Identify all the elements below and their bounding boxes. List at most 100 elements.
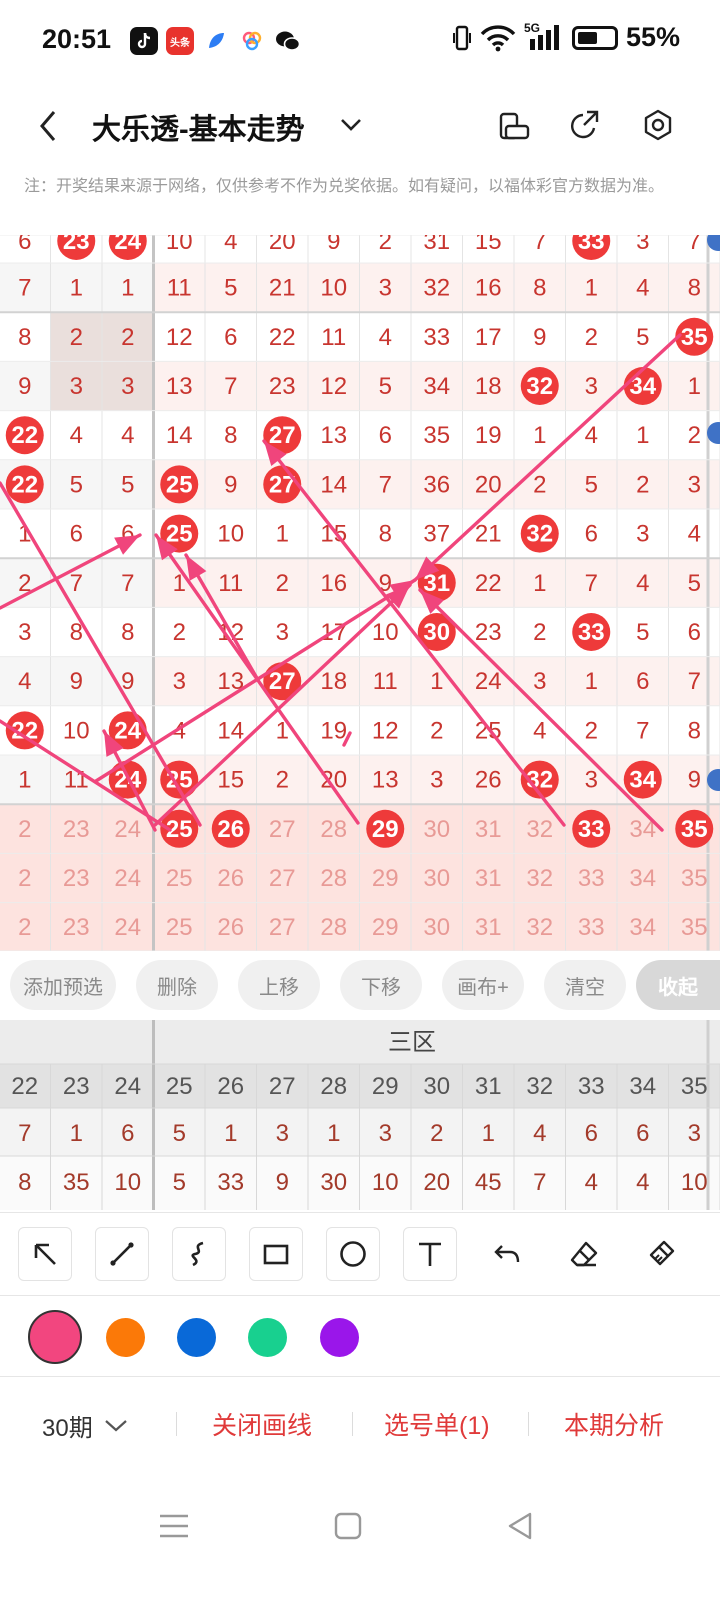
undo-button[interactable] <box>480 1227 534 1281</box>
zone-header-bg <box>0 1020 720 1064</box>
battery-icon <box>571 25 618 50</box>
page-title[interactable]: 大乐透-基本走势 <box>92 106 305 148</box>
bottom-action-bar: 30期 关闭画线 选号单(1) 本期分析 <box>0 1378 720 1470</box>
stats-header-cell: 25 <box>166 1073 193 1100</box>
cell-number: 8 <box>688 717 701 744</box>
back-icon[interactable] <box>30 104 70 148</box>
share-icon[interactable] <box>564 104 604 148</box>
cell-number: 13 <box>372 767 399 794</box>
circle-tool-icon <box>340 1241 366 1267</box>
cell-number: 35 <box>423 422 450 449</box>
circle-tool-button[interactable] <box>326 1227 380 1281</box>
cell-number: 2 <box>276 767 289 794</box>
home-icon[interactable] <box>324 1502 372 1550</box>
canvas-plus-button[interactable]: 画布+ <box>442 960 524 1010</box>
cell-number: 8 <box>379 521 392 548</box>
color-swatch-blue[interactable] <box>177 1318 216 1357</box>
color-swatch-orange[interactable] <box>106 1318 145 1357</box>
clear-button[interactable]: 清空 <box>544 960 626 1010</box>
menu-icon[interactable] <box>150 1502 198 1550</box>
color-swatch-pink[interactable] <box>28 1310 82 1364</box>
cell-number: 19 <box>320 717 347 744</box>
cell-number: 7 <box>18 275 31 302</box>
cell-number: 5 <box>379 373 392 400</box>
stats-cell: 4 <box>533 1120 546 1147</box>
cell-number: 8 <box>224 422 237 449</box>
cell-number: 2 <box>585 324 598 351</box>
stats-cell: 2 <box>430 1120 443 1147</box>
toutiao-label: 头条 <box>170 37 190 49</box>
cell-number: 28 <box>320 865 347 892</box>
line-tool-button[interactable] <box>95 1227 149 1281</box>
cell-number: 6 <box>585 521 598 548</box>
wechat-icon <box>274 27 302 55</box>
stats-cell: 5 <box>173 1120 186 1147</box>
cell-number: 12 <box>166 324 193 351</box>
eraser-button[interactable] <box>557 1227 611 1281</box>
cell-number: 23 <box>63 914 90 941</box>
signal-indicator: 5G <box>524 21 564 53</box>
cell-number: 14 <box>217 717 244 744</box>
cell-number: 5 <box>636 324 649 351</box>
cell-number: 30 <box>423 865 450 892</box>
move-up-button[interactable]: 上移 <box>238 960 320 1010</box>
cell-number: 30 <box>423 914 450 941</box>
freehand-tool-button[interactable] <box>172 1227 226 1281</box>
ball-number: 23 <box>63 235 90 255</box>
cell-number: 2 <box>688 422 701 449</box>
cell-number: 4 <box>533 717 546 744</box>
arrow-tool-button[interactable] <box>18 1227 72 1281</box>
ball-number: 25 <box>166 521 193 548</box>
stats-header-cell: 32 <box>526 1073 553 1100</box>
stats-header-cell: 35 <box>681 1073 708 1100</box>
ball-number: 35 <box>681 324 708 351</box>
clear-brush-button[interactable] <box>634 1227 688 1281</box>
cell-number: 1 <box>121 275 134 302</box>
clear-brush-icon <box>649 1240 675 1266</box>
stats-cell: 10 <box>681 1169 708 1196</box>
text-tool-button[interactable] <box>403 1227 457 1281</box>
cell-number: 18 <box>475 373 502 400</box>
rectangle-tool-button[interactable] <box>249 1227 303 1281</box>
cell-number: 13 <box>166 373 193 400</box>
stats-cell: 6 <box>636 1120 649 1147</box>
color-swatch-purple[interactable] <box>320 1318 359 1357</box>
stats-cell: 33 <box>217 1169 244 1196</box>
stats-header-cell: 23 <box>63 1073 90 1100</box>
ball-number: 24 <box>114 235 141 255</box>
status-indicators: 5G 55% <box>452 21 680 53</box>
add-preselect-button[interactable]: 添加预选 <box>10 960 116 1010</box>
close-lines-button[interactable]: 关闭画线 <box>212 1406 312 1442</box>
cell-number: 32 <box>526 816 553 843</box>
status-time: 20:51 <box>42 24 112 54</box>
cell-number: 3 <box>379 275 392 302</box>
collapse-button[interactable]: 收起 <box>636 960 720 1010</box>
period-analysis-button[interactable]: 本期分析 <box>564 1406 664 1442</box>
settings-icon[interactable] <box>638 104 678 148</box>
cell-number: 1 <box>688 373 701 400</box>
trend-chart[interactable]: 6 23 24 10 4 20 9 2 31 15 7 33 3 7 7 1 1 11 5 21 10 3 32 16 8 1 4 8… <box>0 235 720 951</box>
move-down-button[interactable]: 下移 <box>340 960 422 1010</box>
period-select[interactable]: 30期 <box>42 1408 129 1443</box>
chevron-down-icon[interactable] <box>336 110 366 140</box>
stats-cell: 30 <box>320 1169 347 1196</box>
stats-cell: 1 <box>482 1120 495 1147</box>
wifi-icon <box>480 24 516 51</box>
drawing-toolbar <box>0 1212 720 1296</box>
delete-button[interactable]: 删除 <box>136 960 218 1010</box>
pick-list-button[interactable]: 选号单(1) <box>384 1406 490 1442</box>
cell-number: 31 <box>475 816 502 843</box>
status-bar: 20:51 头条 5G 55% <box>0 0 720 84</box>
trend-grid[interactable]: 6 23 24 10 4 20 9 2 31 15 7 33 3 77 1 1 11 5 21 10 3 32 16 8 1 4 8… <box>0 235 720 951</box>
douyin-icon <box>130 27 158 55</box>
cell-number: 1 <box>430 668 443 695</box>
ball-number: 22 <box>11 471 38 498</box>
cell-number: 37 <box>423 521 450 548</box>
phone-rotate-icon[interactable] <box>494 104 534 148</box>
color-swatch-green[interactable] <box>248 1318 287 1357</box>
cell-number: 4 <box>636 275 649 302</box>
back-nav-icon[interactable] <box>496 1502 544 1550</box>
stats-cell: 4 <box>585 1169 598 1196</box>
cell-number: 1 <box>18 767 31 794</box>
cell-number: 1 <box>70 275 83 302</box>
